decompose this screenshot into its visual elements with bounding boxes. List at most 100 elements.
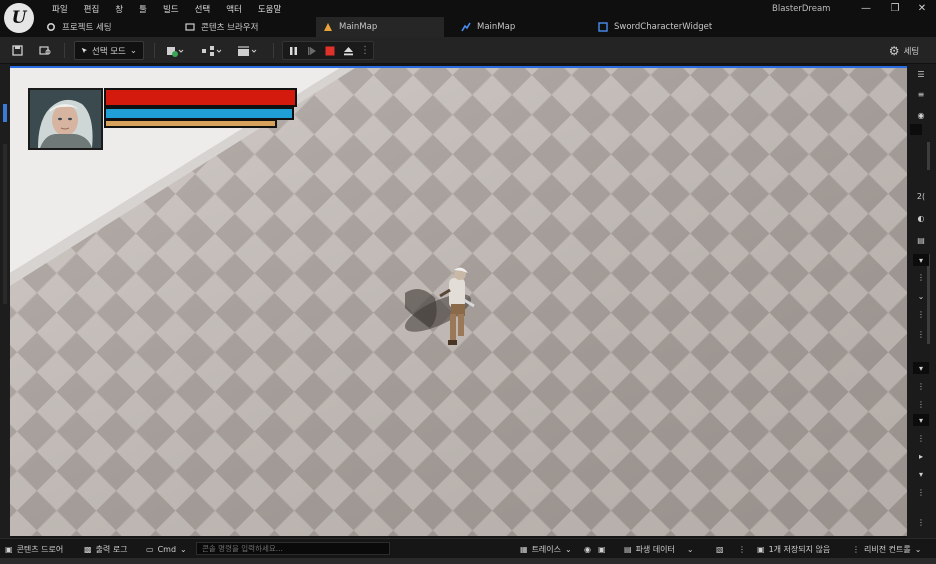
more-options-icon[interactable]: ⋮ bbox=[913, 486, 929, 498]
more-options-icon[interactable]: ⋮ bbox=[913, 516, 929, 528]
terminal-icon: ▭ bbox=[146, 544, 154, 554]
console-input[interactable]: 콘솔 명령을 입력하세요... bbox=[196, 542, 390, 555]
details-icon[interactable]: ▤ bbox=[913, 234, 929, 246]
menu-actor[interactable]: 액터 bbox=[218, 3, 250, 15]
main-toolbar: 선택 모드 ⌄ ⋮ ⚙ 세팅 bbox=[0, 37, 936, 64]
pause-icon[interactable] bbox=[285, 41, 301, 60]
database-icon: ▤ bbox=[624, 544, 632, 554]
unsaved-icon: ▣ bbox=[757, 544, 765, 554]
eject-icon[interactable] bbox=[340, 41, 356, 60]
chevron-down-icon[interactable]: ⌄ bbox=[913, 290, 929, 302]
more-options-icon[interactable]: ⋮ bbox=[913, 328, 929, 340]
stamina-bar bbox=[106, 121, 275, 126]
clapper-icon bbox=[238, 45, 257, 56]
record-icon[interactable]: ◉ bbox=[584, 542, 591, 556]
branch-icon: ⋮ bbox=[852, 544, 860, 554]
panel-scroll[interactable] bbox=[3, 144, 7, 304]
trace-label: 트레이스 bbox=[531, 544, 562, 554]
selection-mode-label: 선택 모드 bbox=[91, 46, 126, 57]
menu-window[interactable]: 창 bbox=[107, 3, 131, 15]
browse-icon[interactable] bbox=[36, 41, 54, 60]
tab-label: MainMap bbox=[339, 22, 378, 32]
tab-sword-character-widget[interactable]: SwordCharacterWidget bbox=[598, 17, 738, 37]
stop-icon[interactable] bbox=[322, 41, 338, 60]
tab-content-browser[interactable]: 콘텐츠 브라우저 bbox=[185, 17, 285, 37]
more-options-icon[interactable]: ⋮ bbox=[913, 308, 929, 320]
menu-help[interactable]: 도움말 bbox=[250, 3, 289, 15]
blueprint-button[interactable] bbox=[198, 41, 226, 60]
left-panel-strip bbox=[0, 64, 10, 538]
log-icon: ▩ bbox=[84, 544, 92, 554]
tab-mainmap-blueprint[interactable]: MainMap bbox=[461, 17, 561, 37]
trace-icon: ▦ bbox=[520, 544, 528, 554]
output-log-button[interactable]: ▩ 출력 로그 bbox=[84, 542, 128, 556]
menu-tools[interactable]: 툴 bbox=[131, 3, 155, 15]
material-brush-icon[interactable]: ◐ bbox=[913, 212, 929, 224]
unsaved-label: 1개 저장되지 않음 bbox=[768, 544, 831, 554]
number-field[interactable]: 2( bbox=[913, 190, 929, 202]
trace-dropdown[interactable]: ▦ 트레이스 ⌄ bbox=[520, 542, 572, 556]
eye-icon[interactable]: ◉ bbox=[913, 109, 929, 121]
derived-data-label: 파생 데이터 bbox=[635, 544, 675, 554]
more-options-icon[interactable]: ⋮ bbox=[913, 398, 929, 410]
save-icon[interactable] bbox=[8, 41, 26, 60]
title-bar: 파일 편집 창 툴 빌드 선택 액터 도움말 BlasterDream — ❐ … bbox=[0, 0, 936, 17]
status-bar: ▣ 콘텐츠 드로어 ▩ 출력 로그 ▭ Cmd ⌄ 콘솔 명령을 입력하세요..… bbox=[0, 538, 936, 558]
close-icon[interactable]: ✕ bbox=[908, 0, 936, 17]
restore-icon[interactable]: ❐ bbox=[881, 0, 909, 17]
blueprint-icon bbox=[461, 22, 471, 32]
revision-control-dropdown[interactable]: ⋮ 리비전 컨트롤 ⌄ bbox=[852, 542, 921, 556]
add-actor-button[interactable] bbox=[162, 41, 188, 60]
character-portrait bbox=[28, 88, 103, 150]
tab-project-settings[interactable]: 프로젝트 세팅 bbox=[46, 17, 146, 37]
app-title: BlasterDream bbox=[772, 4, 831, 14]
chevron-down-icon: ⌄ bbox=[180, 544, 187, 554]
menu-build[interactable]: 빌드 bbox=[155, 3, 187, 15]
tab-label: 콘텐츠 브라우저 bbox=[201, 23, 259, 33]
color-swatch[interactable] bbox=[910, 124, 922, 135]
cinematics-button[interactable] bbox=[234, 41, 262, 60]
shield-bar bbox=[106, 109, 292, 118]
expand-icon[interactable]: ▾ bbox=[913, 362, 929, 374]
content-drawer-button[interactable]: ▣ 콘텐츠 드로어 bbox=[5, 542, 63, 556]
cmd-label: Cmd bbox=[157, 544, 177, 554]
list-icon[interactable]: ☰ bbox=[913, 68, 929, 80]
chevron-down-icon: ⌄ bbox=[565, 544, 572, 554]
drawer-icon: ▣ bbox=[5, 544, 13, 554]
unsaved-assets-button[interactable]: ▣ 1개 저장되지 않음 bbox=[757, 542, 830, 556]
expand-icon[interactable]: ▾ bbox=[913, 468, 929, 480]
menu-edit[interactable]: 편집 bbox=[76, 3, 108, 15]
tab-label: 프로젝트 세팅 bbox=[62, 23, 112, 33]
menu-select[interactable]: 선택 bbox=[187, 3, 219, 15]
settings-icon bbox=[46, 22, 56, 32]
viewport-scene bbox=[10, 68, 907, 536]
filter-icon[interactable]: ≡ bbox=[913, 88, 929, 100]
play-arrow-icon[interactable]: ▸ bbox=[913, 450, 929, 462]
chevron-down-icon: ⌄ bbox=[129, 45, 137, 56]
cmd-dropdown[interactable]: ▭ Cmd ⌄ bbox=[146, 542, 187, 556]
panel-tab-indicator bbox=[3, 104, 7, 122]
frame-skip-icon[interactable] bbox=[304, 41, 320, 60]
unreal-logo[interactable]: U bbox=[4, 3, 34, 33]
more-options-icon[interactable]: ⋮ bbox=[913, 432, 929, 444]
more-options-icon[interactable]: ⋮ bbox=[913, 380, 929, 392]
minimize-icon[interactable]: — bbox=[852, 0, 880, 17]
more-options-icon[interactable]: ⋮ bbox=[913, 271, 929, 283]
right-panel-strip: ☰ ≡ ◉ 2( ◐ ▤ ▾ ⋮ ⌄ ⋮ ⋮ ▾ ⋮ ⋮ ▾ ⋮ ▸ ▾ ⋮ ⋮ bbox=[907, 64, 936, 538]
settings-button[interactable]: ⚙ 세팅 bbox=[878, 41, 930, 60]
more-options-icon[interactable]: ⋮ bbox=[360, 41, 370, 60]
content-drawer-label: 콘텐츠 드로어 bbox=[16, 544, 64, 554]
scrollbar-thumb[interactable] bbox=[927, 142, 930, 170]
selection-mode-dropdown[interactable]: 선택 모드 ⌄ bbox=[74, 41, 144, 60]
menu-file[interactable]: 파일 bbox=[44, 3, 76, 15]
tab-mainmap-level[interactable]: MainMap bbox=[316, 17, 444, 37]
expand-icon[interactable]: ▾ bbox=[913, 254, 929, 266]
expand-icon[interactable]: ▾ bbox=[913, 414, 929, 426]
more-options-icon[interactable]: ⋮ bbox=[738, 542, 746, 556]
stats-icon[interactable]: ▧ bbox=[716, 542, 724, 556]
toolbar-divider bbox=[273, 43, 274, 58]
screenshot-icon[interactable]: ▣ bbox=[598, 542, 606, 556]
level-viewport[interactable] bbox=[10, 66, 907, 536]
derived-data-dropdown[interactable]: ▤ 파생 데이터 ⌄ bbox=[624, 542, 694, 556]
health-bar bbox=[106, 90, 295, 105]
